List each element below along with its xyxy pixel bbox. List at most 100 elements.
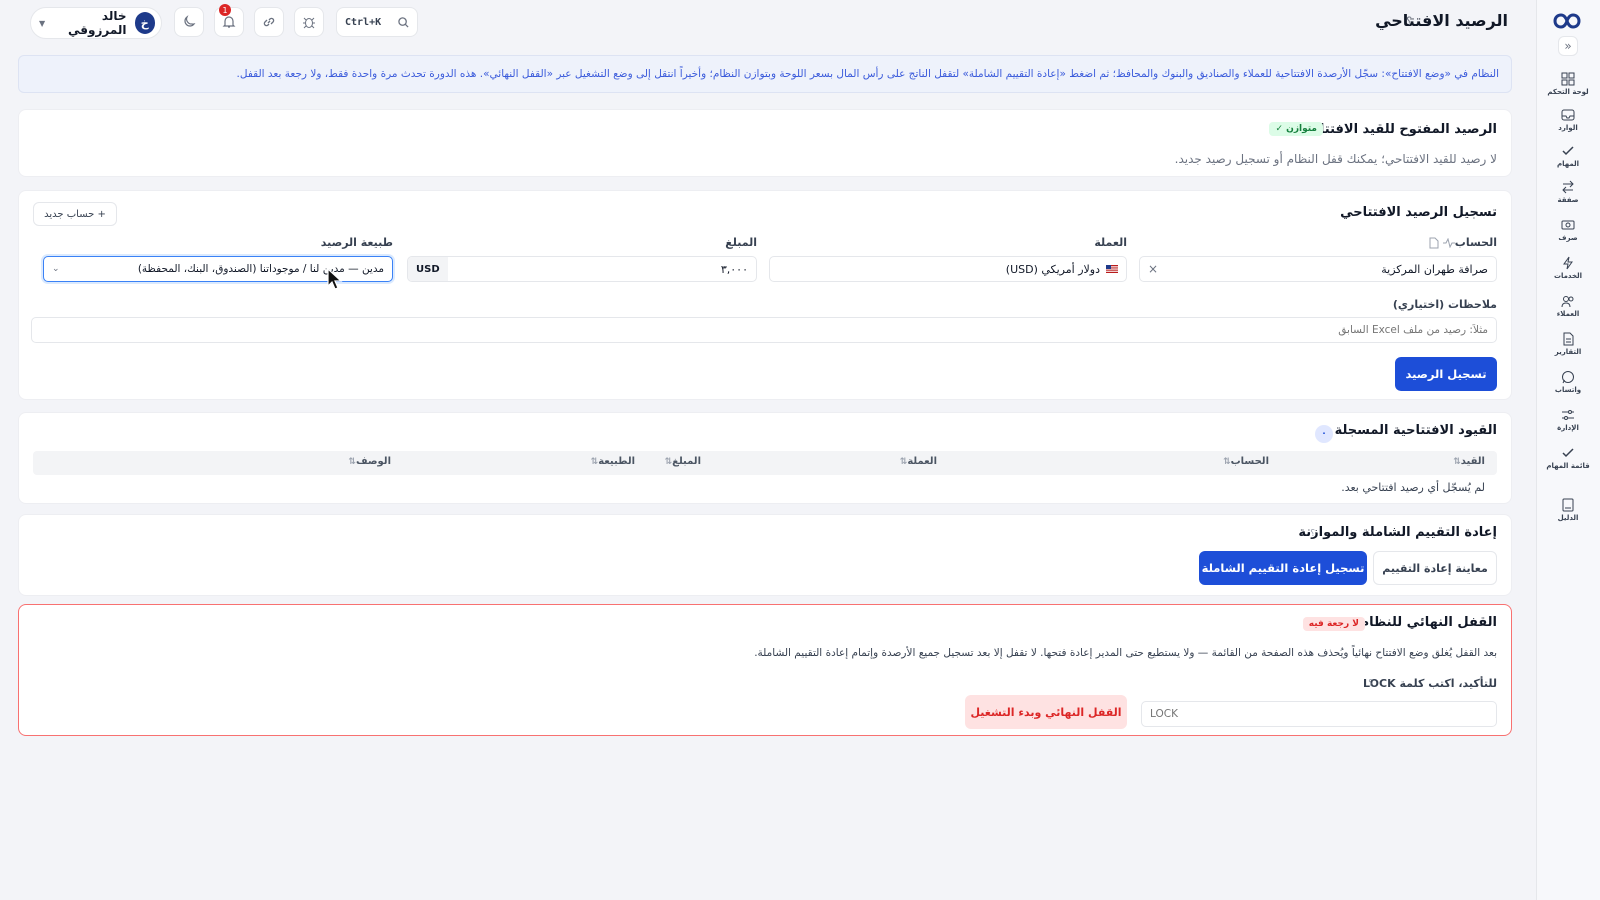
link-icon <box>263 17 275 27</box>
notes-label: ملاحظات (اختياري) <box>1392 298 1497 311</box>
sidebar-item-reports[interactable]: التقارير <box>1540 326 1596 362</box>
amount-currency-addon: USD <box>408 257 448 281</box>
status-badge: متوازن ✓ <box>1269 122 1323 136</box>
notification-badge: 1 <box>219 4 231 16</box>
new-account-button[interactable]: + حساب جديد <box>33 202 117 226</box>
sidebar-item-label: صرف <box>1558 234 1578 242</box>
sidebar-item-deal[interactable]: صفقة <box>1540 174 1596 210</box>
sidebar-item-label: لوحة التحكم <box>1547 88 1589 96</box>
chevron-down-icon: ▼ <box>39 18 46 28</box>
sidebar-item-admin[interactable]: الإدارة <box>1540 402 1596 438</box>
sidebar-item-label: المهام <box>1556 160 1580 168</box>
final-lock-button[interactable]: القفل النهائي وبدء التشغيل <box>965 695 1127 729</box>
open-balance-message: لا رصيد للقيد الافتتاحي؛ يمكنك قفل النظا… <box>1174 152 1497 166</box>
sidebar-item-label: الدليل <box>1557 514 1579 522</box>
account-label: الحساب <box>1454 236 1497 249</box>
sidebar-collapse-button[interactable]: « <box>1558 36 1578 56</box>
brand-logo-icon[interactable] <box>1550 10 1584 32</box>
nature-value: مدين — مدين لنا / موجوداتنا (الصندوق، ال… <box>137 263 384 275</box>
sort-icon: ⇅ <box>1453 457 1461 467</box>
help-icon[interactable]: ؟ <box>1310 529 1315 539</box>
link-button[interactable] <box>254 7 284 37</box>
nature-label: طبيعة الرصيد <box>320 236 393 249</box>
open-balance-card: الرصيد المفتوح للقيد الافتتاحي متوازن ✓ … <box>18 109 1512 177</box>
avatar: خ <box>134 12 155 34</box>
entries-empty-message: لم يُسجّل أي رصيد افتتاحي بعد. <box>1341 481 1485 494</box>
notes-input[interactable] <box>31 317 1497 343</box>
sidebar-item-inbox[interactable]: الوارد <box>1540 102 1596 138</box>
account-select[interactable]: صرافة طهران المركزية × <box>1139 256 1497 282</box>
currency-label: العملة <box>1094 236 1127 249</box>
check-icon <box>1562 146 1574 156</box>
sidebar-item-task-list[interactable]: قائمة المهام <box>1540 440 1596 476</box>
sliders-icon <box>1562 410 1574 420</box>
search-shortcut: Ctrl+K <box>345 16 382 28</box>
currency-value: دولار أمريكي (USD) <box>1005 262 1100 276</box>
sidebar-item-services[interactable]: الخدمات <box>1540 250 1596 286</box>
confirm-lock-input[interactable] <box>1141 701 1497 727</box>
activity-icon[interactable] <box>1443 238 1455 248</box>
sidebar-item-label: العملاء <box>1556 310 1580 318</box>
irreversible-badge: لا رجعة فيه <box>1302 617 1365 631</box>
revaluation-title: إعادة التقييم الشاملة والموازنة <box>1298 525 1497 540</box>
clear-icon[interactable]: × <box>1148 262 1158 276</box>
currency-select[interactable]: دولار أمريكي (USD) <box>769 256 1127 282</box>
sort-icon: ⇅ <box>664 457 673 467</box>
sidebar-item-label: واتساب <box>1554 386 1582 394</box>
register-title: تسجيل الرصيد الافتتاحي <box>1340 205 1497 220</box>
column-header[interactable]: المبلغ⇅ <box>662 456 701 467</box>
confirm-label: للتأكيد، اكتب كلمة LOCK <box>1363 677 1497 690</box>
notifications-button[interactable]: 1 <box>214 4 244 37</box>
sidebar: « لوحة التحكم الوارد المهام صفقة صرف الخ… <box>1536 0 1600 900</box>
report-icon <box>1563 332 1574 346</box>
register-balance-button[interactable]: تسجيل الرصيد <box>1395 357 1497 391</box>
account-value: صرافة طهران المركزية <box>1381 262 1488 276</box>
column-header[interactable]: العملة⇅ <box>897 456 937 467</box>
bug-report-button[interactable] <box>294 7 324 37</box>
amount-input[interactable]: ٣,٠٠٠ USD <box>407 256 757 282</box>
sidebar-item-tasks[interactable]: المهام <box>1540 138 1596 174</box>
page-title: الرصيد الافتتاحي <box>1375 11 1508 30</box>
chat-icon <box>1562 371 1574 384</box>
sidebar-item-exchange[interactable]: صرف <box>1540 212 1596 248</box>
users-icon <box>1561 296 1574 308</box>
book-icon <box>1562 498 1574 512</box>
column-header[interactable]: الطبيعة⇅ <box>588 456 635 467</box>
entries-title: القيود الافتتاحية المسجلة <box>1334 423 1497 438</box>
final-lock-title: القفل النهائي للنظام <box>1359 615 1497 630</box>
column-header[interactable]: الوصف⇅ <box>345 456 391 467</box>
user-menu[interactable]: خ خالد المرزوقي ▼ <box>30 7 162 39</box>
sidebar-item-customers[interactable]: العملاء <box>1540 288 1596 324</box>
bolt-icon <box>1563 256 1573 270</box>
entries-count-badge: ٠ <box>1315 425 1333 443</box>
checklist-icon <box>1562 448 1574 458</box>
sidebar-item-label: التقارير <box>1554 348 1582 356</box>
document-icon[interactable] <box>1429 237 1439 249</box>
column-header[interactable]: القيد⇅ <box>1450 456 1485 467</box>
mouse-cursor-icon <box>327 268 343 290</box>
register-revaluation-button[interactable]: تسجيل إعادة التقييم الشاملة <box>1199 551 1367 585</box>
amount-value: ٣,٠٠٠ <box>720 262 748 276</box>
help-icon[interactable]: ؟ <box>1368 679 1373 689</box>
sidebar-item-label: الوارد <box>1558 124 1578 132</box>
inbox-icon <box>1561 109 1575 121</box>
bell-icon <box>222 16 236 28</box>
sidebar-item-label: الخدمات <box>1553 272 1583 280</box>
theme-toggle-button[interactable] <box>174 7 204 37</box>
sidebar-item-guide[interactable]: الدليل <box>1540 492 1596 528</box>
sidebar-item-dashboard[interactable]: لوحة التحكم <box>1540 66 1596 102</box>
column-header[interactable]: الحساب⇅ <box>1220 456 1269 467</box>
open-balance-title: الرصيد المفتوح للقيد الافتتاحي <box>1297 122 1497 137</box>
sort-icon: ⇅ <box>348 457 356 467</box>
entries-card: القيود الافتتاحية المسجلة ٠ القيد⇅ الحسا… <box>18 412 1512 504</box>
topbar: الرصيد الافتتاحي ؟ Ctrl+K 1 خ خالد المرز… <box>0 0 1536 46</box>
help-icon[interactable]: ؟ <box>1406 15 1412 28</box>
sidebar-item-whatsapp[interactable]: واتساب <box>1540 364 1596 400</box>
sidebar-item-label: صفقة <box>1557 196 1579 204</box>
search-button[interactable]: Ctrl+K <box>336 7 418 37</box>
dashboard-icon <box>1561 72 1575 86</box>
revaluation-card: إعادة التقييم الشاملة والموازنة ؟ معاينة… <box>18 514 1512 596</box>
us-flag-icon <box>1106 265 1118 273</box>
moon-icon <box>184 15 196 27</box>
preview-revaluation-button[interactable]: معاينة إعادة التقييم <box>1373 551 1497 585</box>
